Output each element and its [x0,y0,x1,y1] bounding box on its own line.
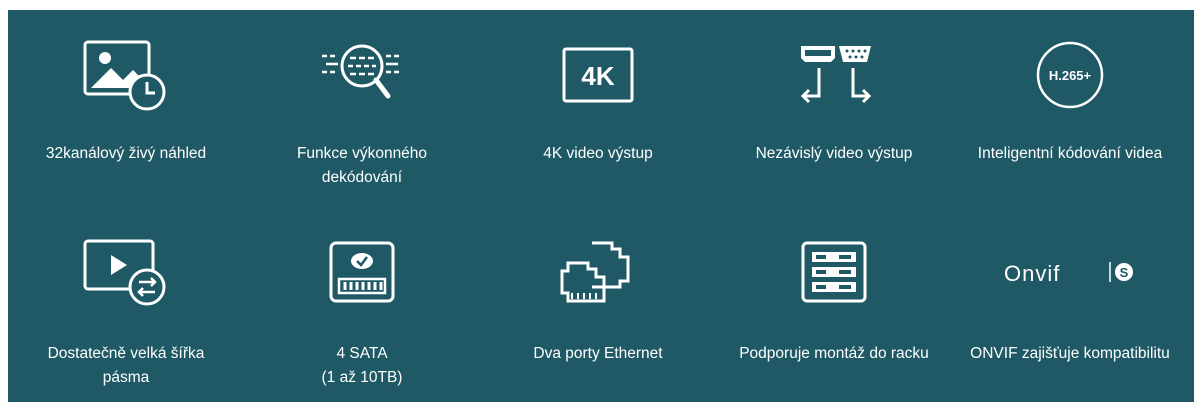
ethernet-ports-icon [480,232,716,312]
feature-label: Nezávislý video výstup [755,145,913,162]
hdmi-vga-ports-icon [716,35,952,115]
feature-label: 32kanálový živý náhled [45,145,207,162]
h265-badge-icon: H.265+ [952,35,1188,115]
feature-label: Podporuje montáž do racku [739,345,929,362]
feature-label: Funkce výkonného dekódování [296,145,428,186]
onvif-profile-s: S [1120,265,1129,280]
4k-badge-icon: 4K [480,35,716,115]
video-bandwidth-icon [8,232,244,312]
onvif-logo-icon: Onvif S [952,232,1188,312]
features-grid: 32kanálový živý náhled Funkce výkonného … [8,10,1194,402]
features-panel: 32kanálový živý náhled Funkce výkonného … [8,10,1194,402]
image-clock-icon [8,35,244,115]
hard-drive-icon [244,232,480,312]
feature-label: Dostatečně velká šířka pásma [47,345,205,386]
feature-label: Dva porty Ethernet [533,345,663,362]
h265-badge-text: H.265+ [1049,68,1092,83]
search-decoding-icon [244,35,480,115]
feature-label: ONVIF zajišťuje kompatibilitu [970,345,1170,362]
feature-label: 4 SATA (1 až 10TB) [321,345,403,386]
feature-label: 4K video výstup [543,145,653,162]
feature-label: Inteligentní kódování videa [977,145,1163,162]
4k-badge-text: 4K [581,61,614,91]
onvif-logo-text: Onvif [1004,261,1060,286]
rack-mount-icon [716,232,952,312]
